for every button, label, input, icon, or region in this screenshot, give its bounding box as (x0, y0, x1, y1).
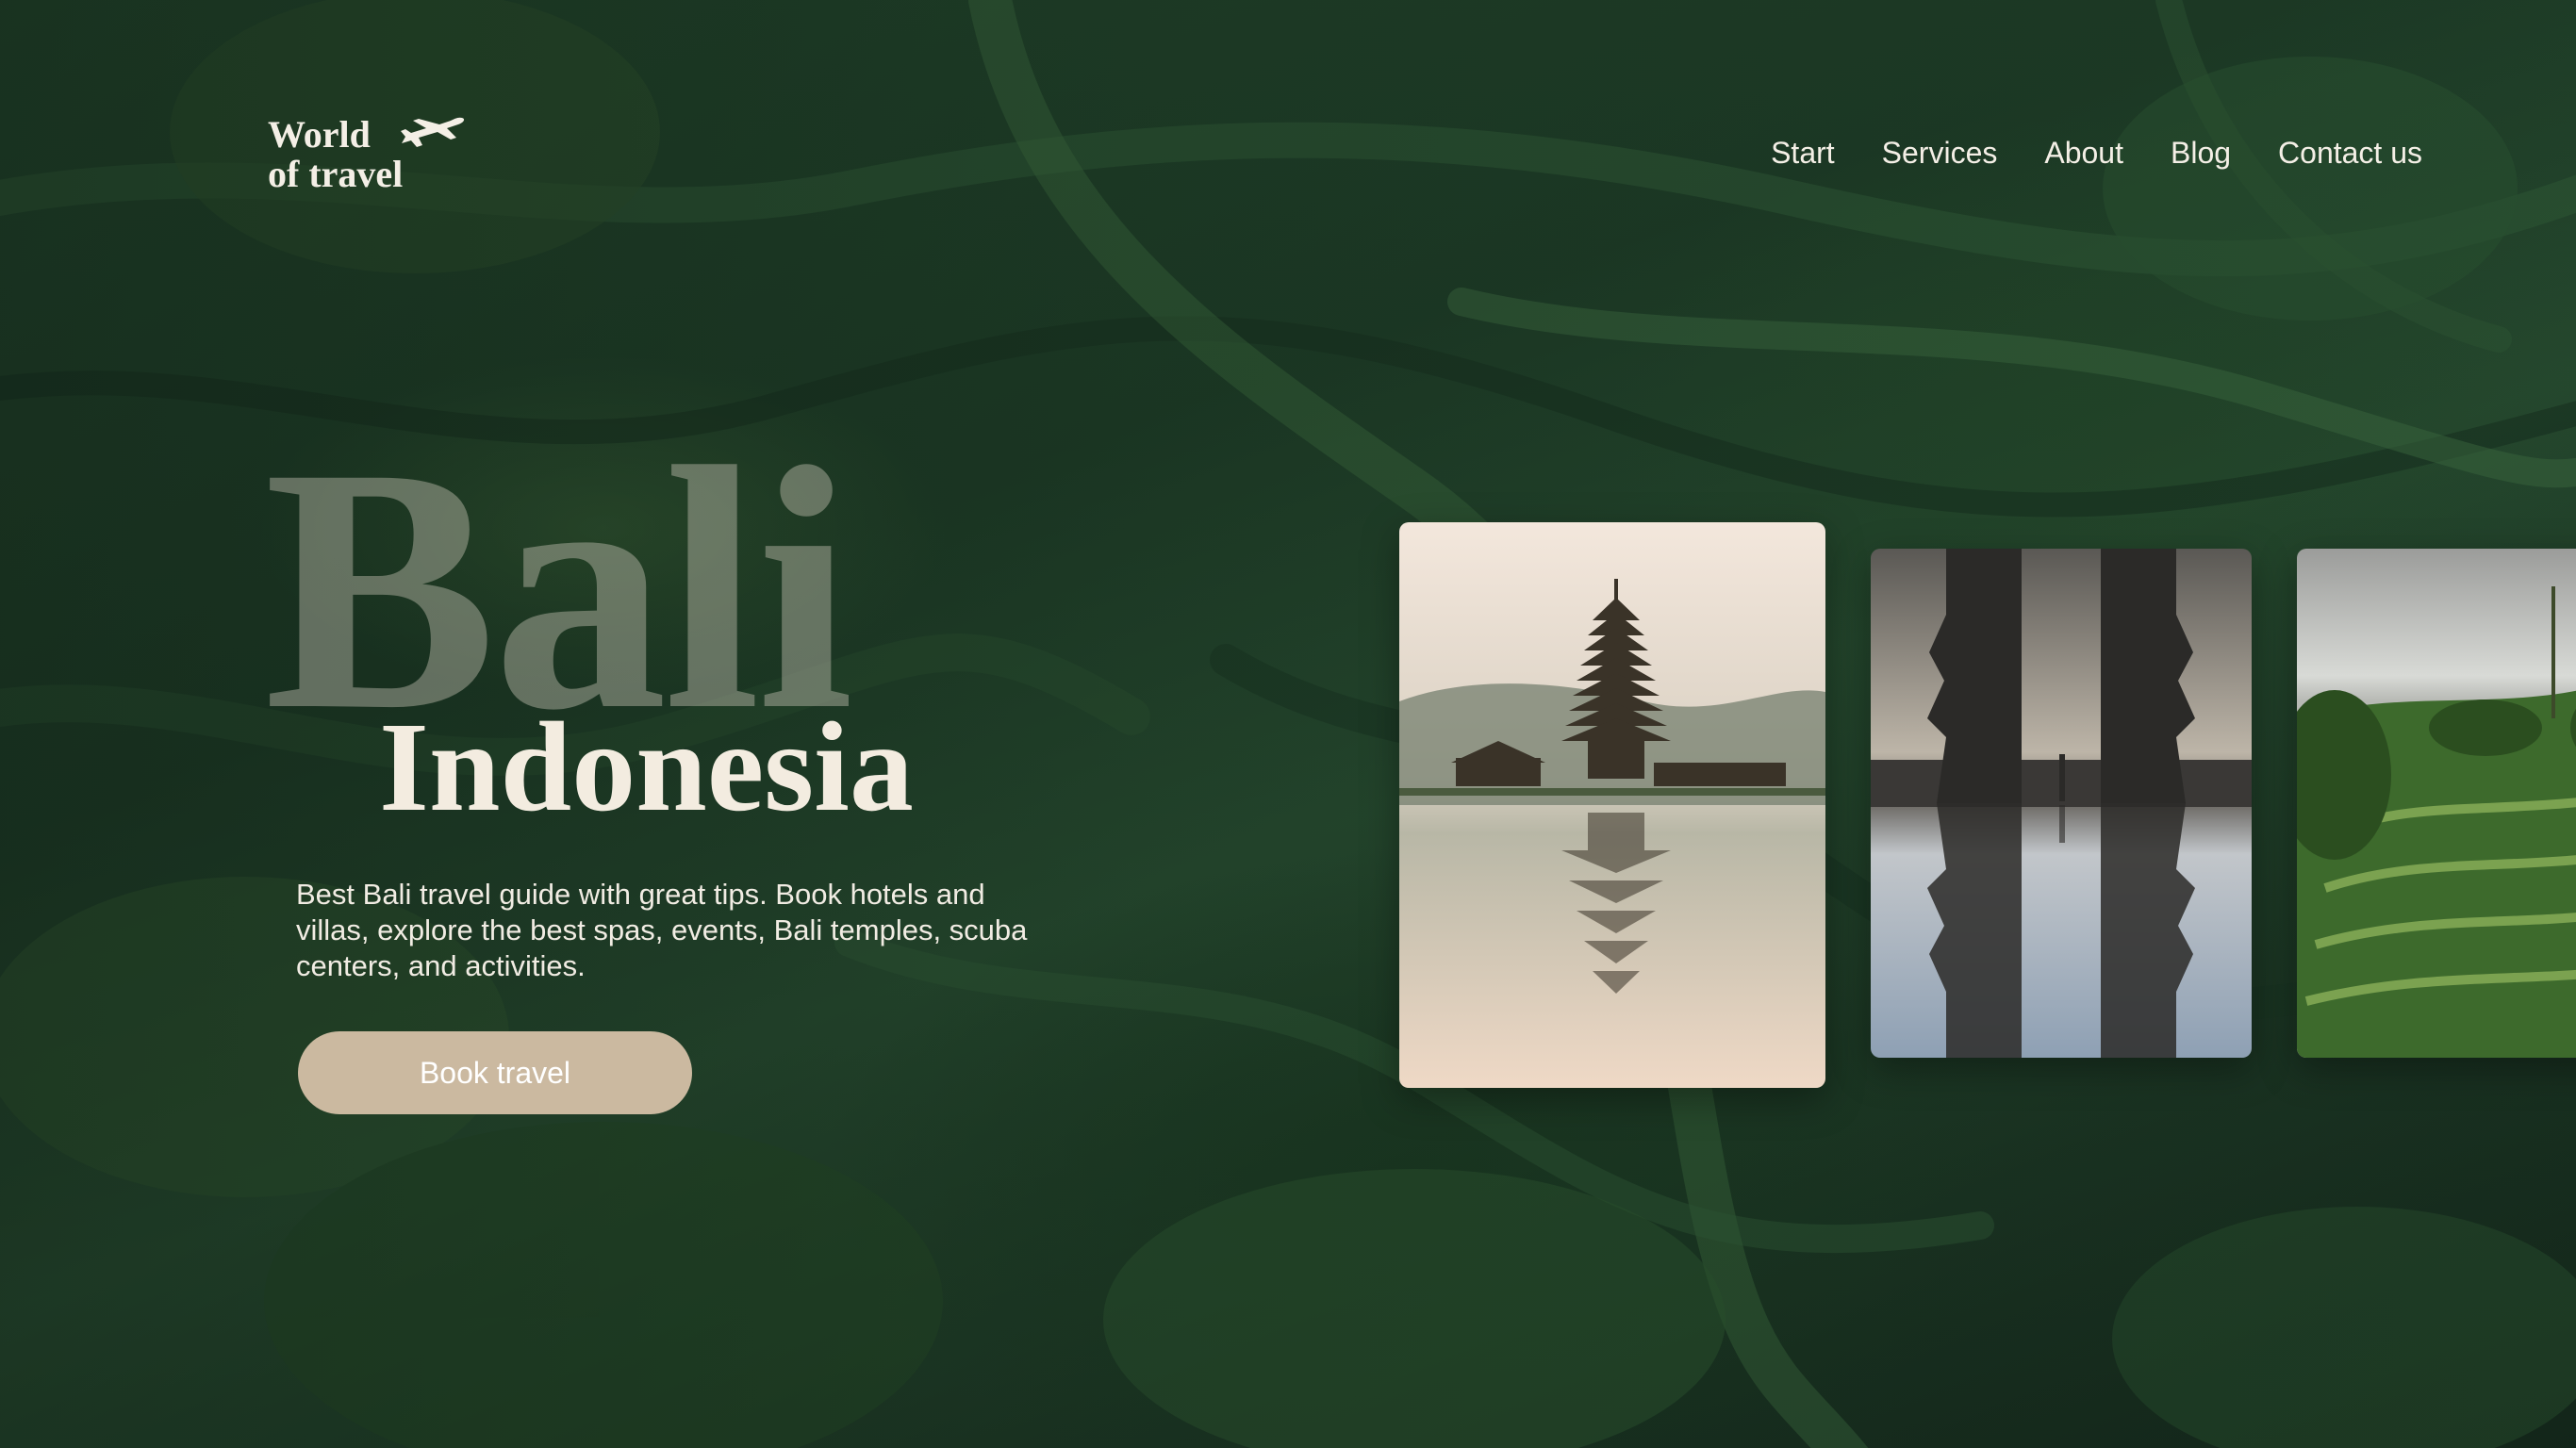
nav-start[interactable]: Start (1771, 134, 1835, 172)
brand-logo[interactable]: World of travel (268, 113, 465, 195)
nav-about[interactable]: About (2044, 134, 2123, 172)
nav-services[interactable]: Services (1882, 134, 1998, 172)
hero-title: Indonesia (379, 697, 914, 838)
rice-terraces-photo (2297, 549, 2576, 1058)
temple-gate-card[interactable] (1871, 549, 2252, 1058)
temple-on-lake-card[interactable] (1399, 522, 1825, 1088)
rice-terraces-card[interactable] (2297, 549, 2576, 1058)
airplane-icon (401, 117, 465, 147)
book-travel-button[interactable]: Book travel (298, 1031, 692, 1114)
logo-line-1: World (268, 113, 371, 156)
logo-line-2: of travel (268, 153, 404, 195)
temple-on-lake-photo (1399, 522, 1825, 1088)
main-nav: Start Services About Blog Contact us (1771, 134, 2422, 172)
hero-description: Best Bali travel guide with great tips. … (296, 878, 1028, 982)
temple-gate-reflection-photo (1871, 549, 2252, 1058)
nav-blog[interactable]: Blog (2171, 134, 2231, 172)
nav-contact-us[interactable]: Contact us (2278, 134, 2422, 172)
